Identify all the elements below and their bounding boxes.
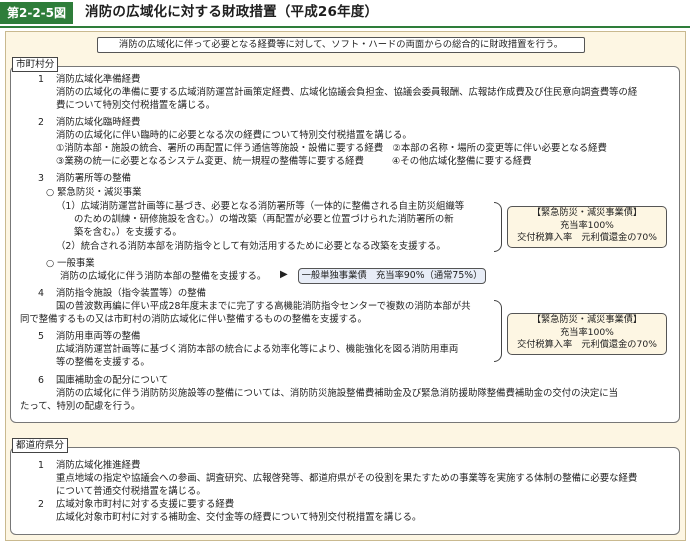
callout-rate: 充当率100%	[560, 326, 614, 338]
emergency-bond-callout: 【緊急防災・減災事業債】 充当率100% 交付税算入率 元利償還金の70%	[507, 313, 667, 355]
item-number: 4	[38, 288, 44, 299]
general-bond-tag: 一般単独事業債 充当率90%（通常75%）	[298, 268, 486, 284]
item-title: 国庫補助金の配分について	[56, 375, 169, 386]
brace	[494, 202, 502, 252]
prefecture-tag: 都道府県分	[12, 438, 68, 453]
item-number: 1	[38, 74, 44, 85]
item-text: 費について特別交付税措置を講じる。	[56, 100, 216, 111]
item-number: 1	[38, 460, 44, 471]
item-text: 重点地域の指定や協議会への参画、調査研究、広報啓発等、都道府県がその役割を果たす…	[56, 473, 638, 484]
brace	[494, 300, 502, 362]
sub-heading: ○ 一般事業	[46, 258, 95, 269]
callout-rate: 充当率100%	[560, 219, 614, 231]
item-text: 消防の広域化に伴い臨時的に必要となる次の経費について特別交付税措置を講じる。	[56, 130, 412, 141]
page-title: 消防の広域化に対する財政措置（平成26年度）	[85, 4, 379, 21]
item-text: 広域消防運営計画等に基づく消防本部の統合による効率化等により、機能強化を図る消防…	[56, 344, 459, 355]
figure-label: 第2-2-5図	[0, 2, 74, 24]
summary-box: 消防の広域化に伴って必要となる経費等に対して、ソフト・ハードの両面からの総合的に…	[97, 37, 585, 53]
item-title: 消防広域化準備経費	[56, 74, 141, 85]
item-text: 消防の広域化に伴う消防本部の整備を支援する。	[60, 271, 267, 282]
sub-heading: ○ 緊急防災・減災事業	[46, 187, 142, 198]
item-text: たって、特別の配慮を行う。	[20, 401, 141, 412]
callout-title: 【緊急防災・減災事業債】	[531, 207, 643, 218]
item-text: 築を含む。）を支援する。	[74, 227, 182, 238]
item-number: 3	[38, 173, 44, 184]
item-text: 消防の広域化の準備に要する広域消防運営計画策定経費、広域化協議会負担金、協議会委…	[56, 87, 638, 98]
item-text: （2）統合される消防本部を消防指令として有効活用するために必要となる改築を支援す…	[56, 241, 446, 252]
title-rule	[0, 26, 690, 28]
item-text: について普通交付税措置を講じる。	[56, 486, 206, 497]
item-number: 2	[38, 117, 44, 128]
item-text: 等の整備を支援する。	[56, 357, 150, 368]
item-title: 広域対象市町村に対する支援に要する経費	[56, 499, 235, 510]
item-text: ③業務の統一に必要となるシステム変更、統一規程の整備等に要する経費 ④その他広域…	[56, 156, 532, 167]
title-bar: 第2-2-5図 消防の広域化に対する財政措置（平成26年度）	[0, 0, 690, 26]
item-text: ①消防本部・施設の統合、署所の再配置に伴う通信等施設・設備に要する経費 ②本部の…	[56, 143, 607, 154]
item-number: 2	[38, 499, 44, 510]
item-text: （1）広域消防運営計画等に基づき、必要となる消防署所等（一体的に整備される自主防…	[56, 201, 465, 212]
item-text: のための訓練・研修施設を含む。）の増改築（再配置が必要と位置づけられた消防署所の…	[74, 214, 454, 225]
emergency-bond-callout: 【緊急防災・減災事業債】 充当率100% 交付税算入率 元利償還金の70%	[507, 206, 667, 248]
item-title: 消防広域化推進経費	[56, 460, 141, 471]
callout-tax: 交付税算入率 元利償還金の70%	[517, 339, 657, 350]
item-title: 消防署所等の整備	[56, 173, 132, 184]
callout-tax: 交付税算入率 元利償還金の70%	[517, 232, 657, 243]
item-number: 6	[38, 375, 44, 386]
item-title: 消防指令施設（指令装置等）の整備	[56, 288, 207, 299]
item-title: 消防用車両等の整備	[56, 331, 141, 342]
arrow-right-icon: ▶	[280, 269, 288, 280]
municipal-tag: 市町村分	[12, 57, 59, 72]
item-text: 同で整備するもの又は市町村の消防広域化に伴い整備するものの整備を支援する。	[20, 314, 367, 325]
item-number: 5	[38, 331, 44, 342]
item-text: 国の普波数再編に伴い平成28年度末までに完了する高機能消防指令センターで複数の消…	[56, 301, 471, 312]
item-title: 消防広域化臨時経費	[56, 117, 141, 128]
item-text: 広域化対象市町村に対する補助金、交付金等の経費について特別交付税措置を講じる。	[56, 512, 422, 523]
callout-title: 【緊急防災・減災事業債】	[531, 314, 643, 325]
item-text: 消防の広域化に伴う消防防災施設等の整備については、消防防災施設整備費補助金及び緊…	[56, 388, 619, 399]
